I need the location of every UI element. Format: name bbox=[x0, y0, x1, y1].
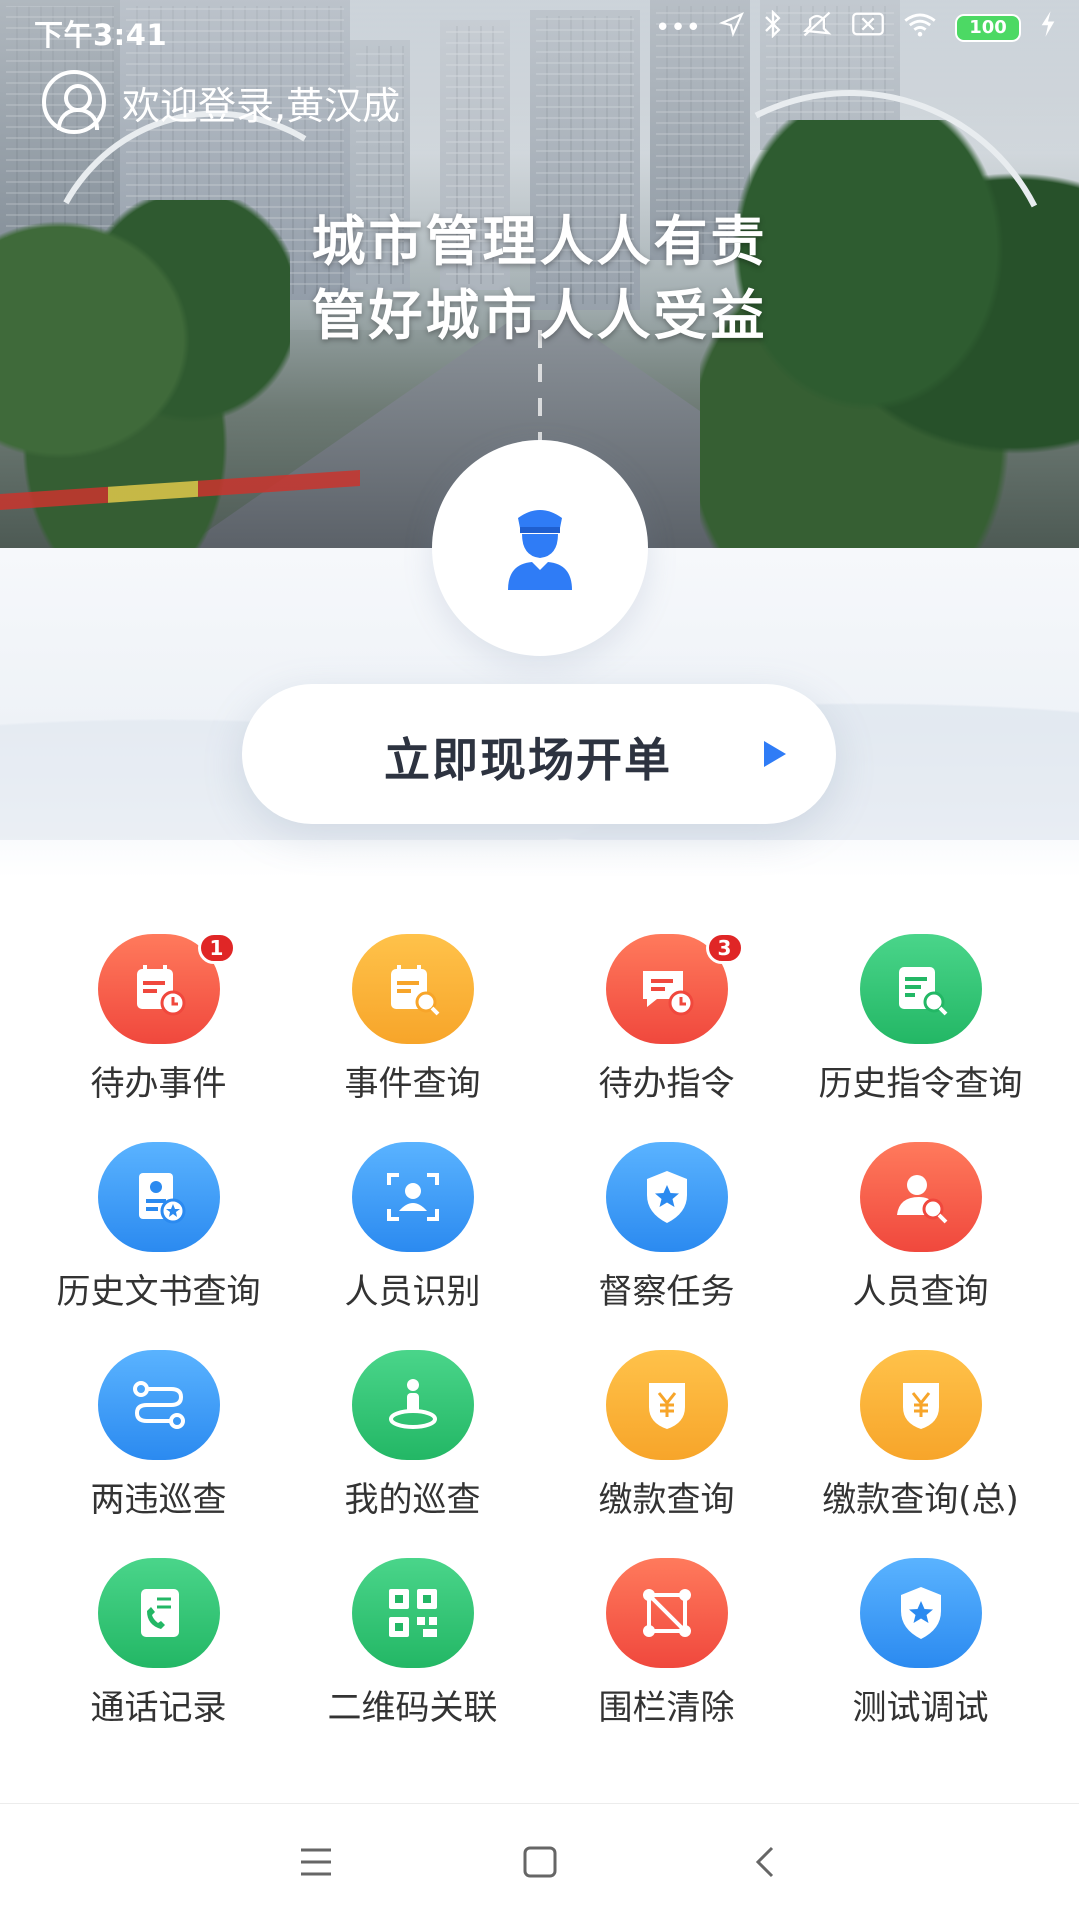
face-scan-icon[interactable] bbox=[351, 1142, 474, 1252]
grid-item-label[interactable]: 待办事件 bbox=[91, 1056, 227, 1105]
person-search-icon[interactable] bbox=[859, 1142, 982, 1252]
menu-icon[interactable] bbox=[286, 1840, 346, 1884]
person-location-icon[interactable] bbox=[351, 1350, 474, 1460]
issue-ticket-button[interactable]: 立即现场开单 bbox=[242, 684, 836, 824]
sim-off-icon bbox=[851, 11, 885, 44]
grid-item[interactable]: 通话记录 bbox=[32, 1558, 286, 1766]
grid-item[interactable]: 人员查询 bbox=[794, 1142, 1048, 1350]
back-icon[interactable] bbox=[736, 1840, 796, 1884]
location-icon bbox=[718, 11, 745, 44]
grid-item-label[interactable]: 缴款查询(总) bbox=[822, 1472, 1019, 1521]
charging-icon bbox=[1039, 10, 1057, 45]
count-badge: 3 bbox=[705, 932, 744, 964]
grid-item[interactable]: 二维码关联 bbox=[286, 1558, 540, 1766]
calendar-search-icon[interactable] bbox=[351, 934, 474, 1044]
bluetooth-icon bbox=[763, 9, 783, 45]
shield-star-icon[interactable] bbox=[605, 1142, 728, 1252]
grid-item-label[interactable]: 历史文书查询 bbox=[57, 1264, 261, 1313]
yen-shield-icon[interactable] bbox=[859, 1350, 982, 1460]
grid-item-label[interactable]: 我的巡查 bbox=[345, 1472, 481, 1521]
play-arrow-icon[interactable] bbox=[764, 741, 786, 767]
phone-book-icon[interactable] bbox=[97, 1558, 220, 1668]
calendar-clock-icon[interactable]: 1 bbox=[97, 932, 236, 1044]
grid-item[interactable]: 3 待办指令 bbox=[540, 932, 794, 1142]
grid-item-label[interactable]: 督察任务 bbox=[599, 1264, 735, 1313]
grid-item-label[interactable]: 测试调试 bbox=[853, 1680, 989, 1729]
wifi-icon bbox=[903, 11, 937, 44]
route-icon[interactable] bbox=[97, 1350, 220, 1460]
grid-item[interactable]: 历史文书查询 bbox=[32, 1142, 286, 1350]
officer-badge bbox=[432, 440, 648, 656]
slogan: 城市管理人人有责 管好城市人人受益 bbox=[0, 205, 1079, 353]
grid-item-label[interactable]: 人员识别 bbox=[345, 1264, 481, 1313]
id-card-star-icon[interactable] bbox=[97, 1142, 220, 1252]
system-nav-bar bbox=[0, 1803, 1079, 1919]
issue-ticket-label[interactable]: 立即现场开单 bbox=[384, 724, 672, 790]
login-welcome-text[interactable]: 欢迎登录,黄汉成 bbox=[122, 75, 400, 130]
grid-item-label[interactable]: 事件查询 bbox=[345, 1056, 481, 1105]
grid-item[interactable]: 督察任务 bbox=[540, 1142, 794, 1350]
grid-item-label[interactable]: 待办指令 bbox=[599, 1056, 735, 1105]
status-bar: 下午3:41 ••• 100 bbox=[0, 0, 1079, 56]
function-grid: 1 待办事件 事件查询 3 待办指令 历史指令查询历史文书查询 人员识别 督察任务 人员查询两违… bbox=[0, 932, 1079, 1766]
grid-item-label[interactable]: 围栏清除 bbox=[599, 1680, 735, 1729]
yen-shield-icon[interactable] bbox=[605, 1350, 728, 1460]
status-time: 下午3:41 bbox=[34, 18, 168, 52]
officer-icon bbox=[508, 510, 572, 590]
grid-item-label[interactable]: 通话记录 bbox=[91, 1680, 227, 1729]
grid-item[interactable]: 人员识别 bbox=[286, 1142, 540, 1350]
battery-icon: 100 bbox=[955, 13, 1021, 42]
grid-item[interactable]: 测试调试 bbox=[794, 1558, 1048, 1766]
qr-code-icon[interactable] bbox=[351, 1558, 474, 1668]
grid-item-label[interactable]: 二维码关联 bbox=[328, 1680, 498, 1729]
status-icons: ••• 100 bbox=[654, 9, 1057, 45]
shield-star-icon[interactable] bbox=[859, 1558, 982, 1668]
grid-item[interactable]: 1 待办事件 bbox=[32, 932, 286, 1142]
grid-item[interactable]: 历史指令查询 bbox=[794, 934, 1048, 1142]
grid-item-label[interactable]: 缴款查询 bbox=[599, 1472, 735, 1521]
grid-item-label[interactable]: 历史指令查询 bbox=[819, 1056, 1023, 1105]
slogan-line-1: 城市管理人人有责 bbox=[311, 210, 768, 273]
grid-item[interactable]: 缴款查询 bbox=[540, 1350, 794, 1558]
home-icon[interactable] bbox=[510, 1840, 570, 1884]
message-clock-icon[interactable]: 3 bbox=[605, 932, 744, 1044]
count-badge: 1 bbox=[197, 932, 236, 964]
grid-item-label[interactable]: 两违巡查 bbox=[91, 1472, 227, 1521]
grid-item[interactable]: 围栏清除 bbox=[540, 1558, 794, 1766]
grid-item-label[interactable]: 人员查询 bbox=[853, 1264, 989, 1313]
grid-item[interactable]: 事件查询 bbox=[286, 934, 540, 1142]
mute-icon bbox=[801, 10, 833, 45]
grid-item[interactable]: 我的巡查 bbox=[286, 1350, 540, 1558]
more-dots-icon: ••• bbox=[654, 12, 701, 43]
user-avatar-icon[interactable] bbox=[42, 70, 106, 134]
login-row[interactable]: 欢迎登录,黄汉成 bbox=[42, 70, 400, 134]
slogan-line-2: 管好城市人人受益 bbox=[311, 284, 768, 347]
grid-item[interactable]: 两违巡查 bbox=[32, 1350, 286, 1558]
document-search-icon[interactable] bbox=[859, 934, 982, 1044]
fence-clear-icon[interactable] bbox=[605, 1558, 728, 1668]
grid-item[interactable]: 缴款查询(总) bbox=[794, 1350, 1048, 1558]
